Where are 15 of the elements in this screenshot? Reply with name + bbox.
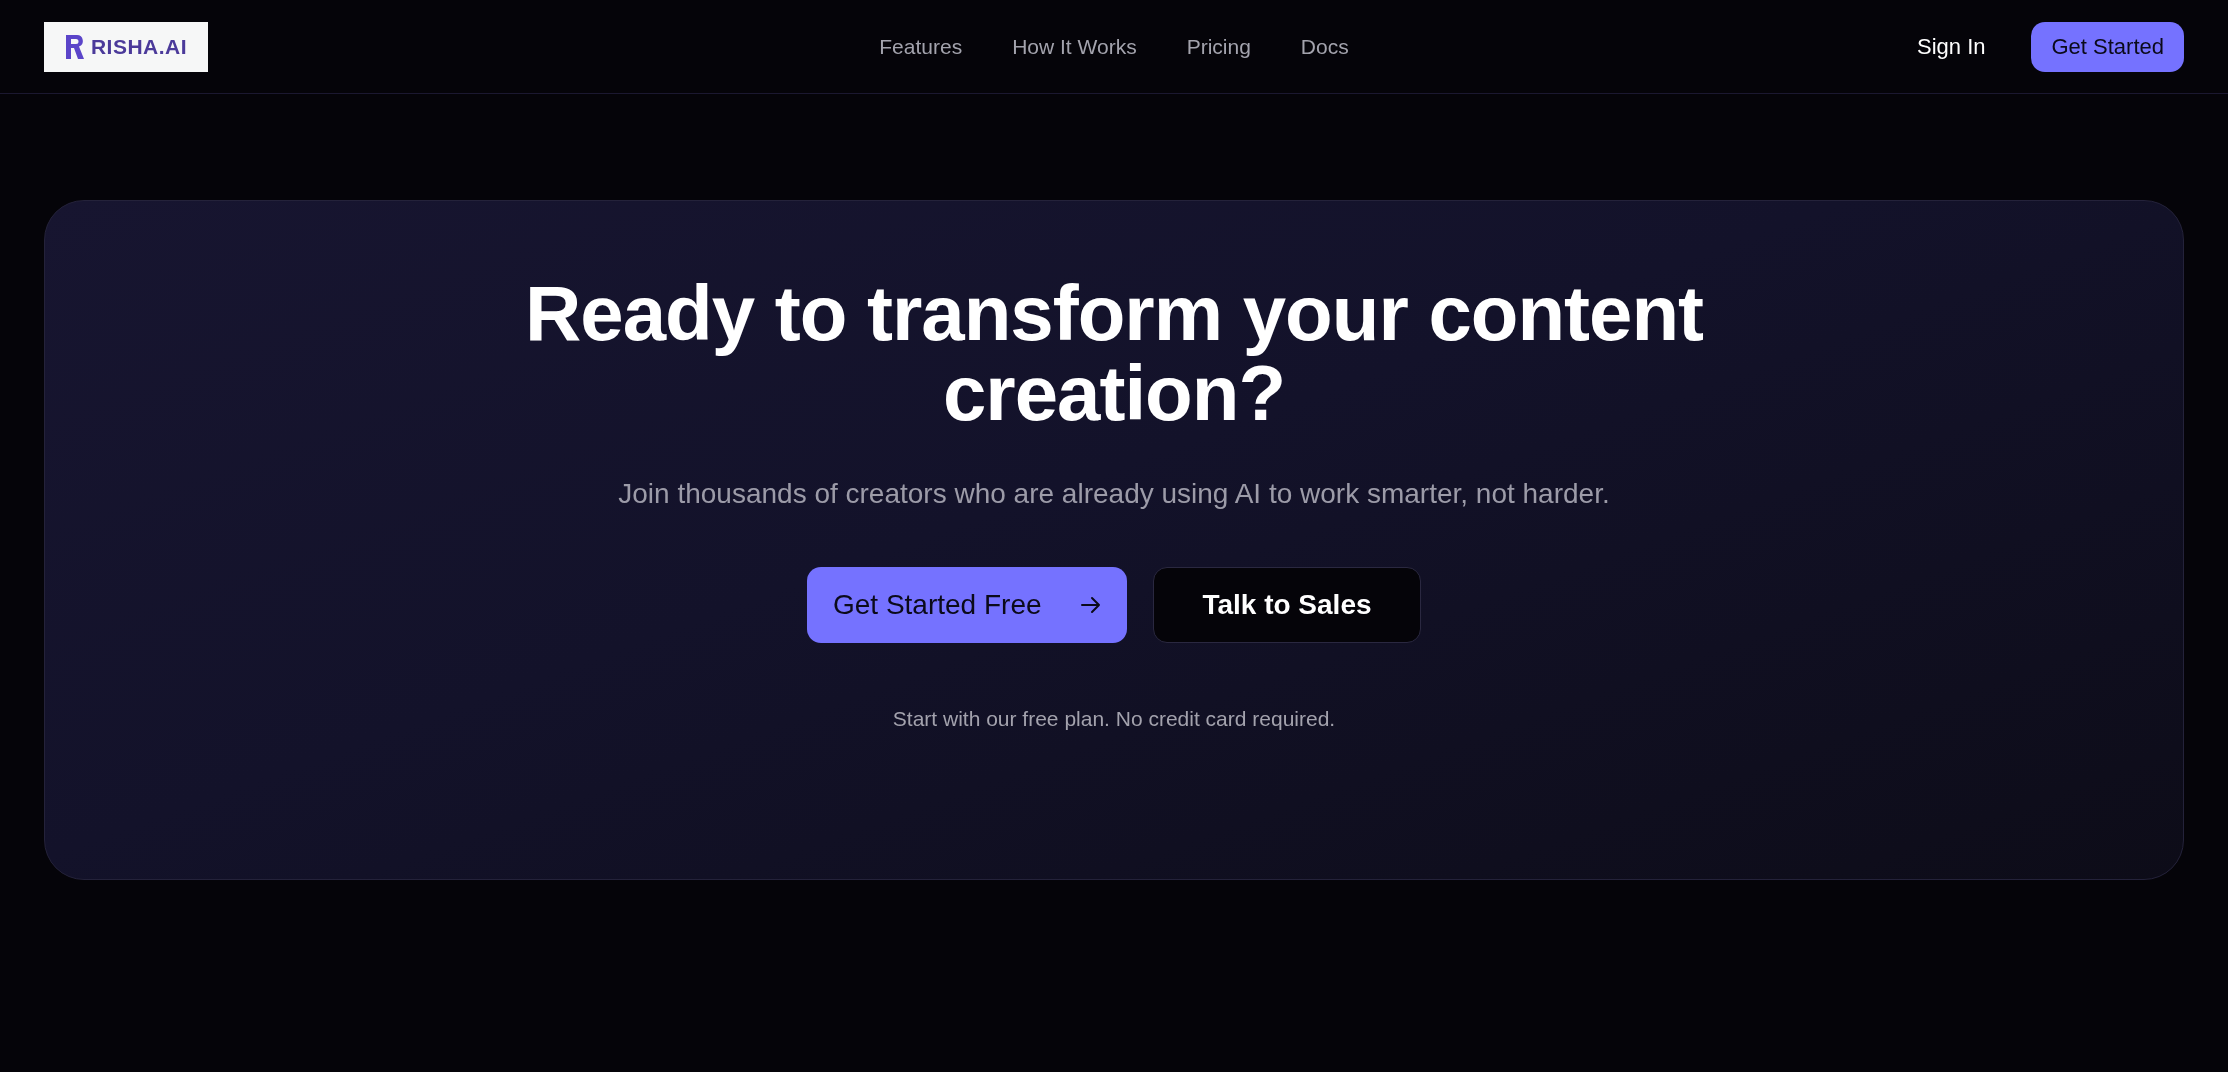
letter-r-logo-icon xyxy=(64,33,85,60)
get-started-button[interactable]: Get Started xyxy=(2031,21,2184,72)
sign-in-link[interactable]: Sign In xyxy=(1917,30,1986,63)
nav-link[interactable]: How It Works xyxy=(1000,26,1149,67)
talk-to-sales-button[interactable]: Talk to Sales xyxy=(1153,567,1421,643)
logo-text: RISHA.AI xyxy=(90,33,188,60)
logo[interactable]: RISHA.AI xyxy=(44,21,208,72)
nav-link[interactable]: Features xyxy=(867,26,975,67)
hero-title: Ready to transform your content creation? xyxy=(523,273,1705,433)
nav-link[interactable]: Docs xyxy=(1288,26,1361,67)
hero-subtitle: Join thousands of creators who are already using AI to work smarter, not harder. xyxy=(618,477,1610,511)
get-started-free-button[interactable]: Get Started Free xyxy=(807,567,1127,643)
nav-link[interactable]: Pricing xyxy=(1174,26,1263,67)
hero-note: Start with our free plan. No credit card required. xyxy=(892,706,1336,732)
arrow-right-icon xyxy=(1081,596,1101,614)
